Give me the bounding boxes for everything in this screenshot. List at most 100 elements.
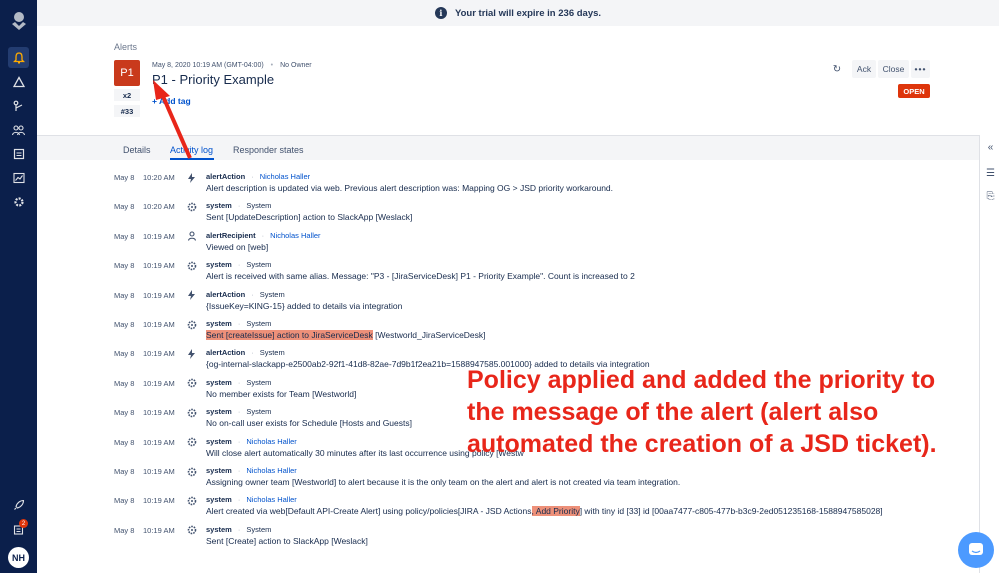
log-time: 10:19 AM	[143, 231, 175, 241]
log-time: 10:19 AM	[143, 408, 175, 418]
log-actor: system · System	[206, 201, 272, 211]
log-actor-name[interactable]: Nicholas Haller	[246, 466, 296, 475]
log-actor-name[interactable]: Nicholas Haller	[260, 172, 310, 181]
ack-button[interactable]: Ack	[852, 60, 876, 78]
trial-banner-text: Your trial will expire in 236 days.	[454, 7, 602, 19]
alert-action-icon	[186, 348, 197, 359]
alert-action-icon	[186, 290, 197, 301]
attachment-icon[interactable]: ⎘	[985, 191, 996, 202]
log-date: May 8	[114, 231, 135, 241]
system-gear-icon	[186, 525, 197, 536]
log-time: 10:19 AM	[143, 320, 175, 329]
log-actor-name[interactable]: Nicholas Haller	[270, 231, 320, 240]
log-type: system	[206, 260, 232, 270]
log-date: May 8	[114, 437, 135, 447]
log-type: system	[206, 466, 232, 475]
log-row: May 8 10:20 AM system · System Sent [UpdateDe…	[0, 200, 979, 229]
log-row: May 8 10:20 AM alertAction · Nicholas Haller…	[0, 171, 979, 200]
log-row: May 8 10:19 AM system · System Sent [Create] …	[0, 524, 979, 553]
log-actor: system · System	[206, 260, 272, 270]
priority-badge[interactable]: P1	[114, 60, 140, 86]
log-message-text: No member exists for Team [Westworld]	[206, 388, 357, 399]
log-message: Sent [Create] action to SlackApp [Weslac…	[206, 536, 368, 546]
breadcrumb[interactable]: Alerts	[114, 42, 137, 52]
annotation-line: the message of the alert (alert also	[467, 398, 879, 426]
log-message: Sent [UpdateDescription] action to Slack…	[206, 212, 412, 222]
log-time: 10:19 AM	[143, 378, 175, 388]
system-gear-icon	[186, 319, 197, 330]
log-actor-name[interactable]: Nicholas Haller	[246, 437, 296, 446]
log-row: May 8 10:19 AM system · System Sent [createIs…	[0, 318, 979, 347]
system-gear-icon	[186, 260, 197, 271]
alert-owner[interactable]: No Owner	[280, 62, 312, 69]
log-actor: system · System	[206, 407, 272, 417]
log-type: system	[206, 201, 232, 211]
status-badge: OPEN	[898, 84, 930, 98]
log-row: May 8 10:19 AM alertAction · System {IssueKey…	[0, 289, 979, 318]
log-type: alertAction	[206, 172, 246, 181]
tab-responder-states[interactable]: Responder states	[233, 145, 304, 155]
collapse-icon[interactable]: «	[985, 142, 996, 153]
alerts-bell-icon[interactable]	[8, 47, 29, 68]
log-date: May 8	[114, 173, 135, 182]
close-button[interactable]: Close	[878, 60, 909, 78]
log-actor: alertAction · Nicholas Haller	[206, 172, 311, 181]
log-message: Assigning owner team [Westworld] to aler…	[206, 477, 680, 487]
log-actor-name: System	[246, 407, 272, 417]
log-message-highlight: Sent [createIssue] action to JiraService…	[206, 330, 373, 340]
log-type: system	[206, 407, 232, 417]
log-actor: system · System	[206, 524, 272, 534]
log-message: Alert created via web[Default API-Create…	[206, 506, 883, 517]
log-message-text: Assigning owner team [Westworld] to aler…	[206, 477, 681, 487]
log-actor-name[interactable]: Nicholas Haller	[246, 495, 296, 504]
log-actor-name: System	[246, 377, 272, 387]
system-gear-icon	[186, 466, 197, 477]
log-actor-name: System	[259, 289, 285, 299]
annotation-text: Policy applied and added the priority to…	[467, 364, 967, 460]
chat-icon	[969, 543, 983, 555]
log-actor: alertAction · System	[206, 289, 285, 299]
refresh-icon[interactable]: ↻	[830, 62, 844, 76]
log-row: May 8 10:19 AM system · Nicholas Haller Alert…	[0, 494, 979, 523]
log-message: No member exists for Team [Westworld]	[206, 389, 356, 399]
system-gear-icon	[186, 495, 197, 506]
tab-details[interactable]: Details	[123, 145, 151, 155]
log-date: May 8	[114, 320, 135, 329]
log-date: May 8	[114, 496, 135, 506]
log-actor: system · Nicholas Haller	[206, 495, 297, 505]
log-message: {IssueKey=KING-15} added to details via …	[206, 301, 402, 311]
log-type: alertAction	[206, 289, 246, 299]
log-message-text: Sent [UpdateDescription] action to Slack…	[206, 212, 413, 223]
log-actor: system · Nicholas Haller	[206, 436, 297, 446]
log-message-highlight: , Add Priority	[531, 506, 580, 517]
teams-icon[interactable]	[8, 119, 29, 140]
log-message-text: Viewed on [web]	[206, 241, 269, 252]
log-row: May 8 10:19 AM alertRecipient · Nicholas Hal…	[0, 230, 979, 259]
log-message: No on-call user exists for Schedule [Hos…	[206, 418, 412, 428]
log-type: system	[206, 495, 232, 505]
more-actions-button[interactable]: •••	[911, 60, 930, 78]
log-row: May 8 10:19 AM system · Nicholas Haller Assig…	[0, 465, 979, 494]
system-gear-icon	[186, 437, 197, 448]
right-rail: « ☰ ⎘	[979, 135, 999, 573]
incidents-icon[interactable]	[8, 71, 29, 92]
log-message: Viewed on [web]	[206, 242, 268, 252]
log-date: May 8	[114, 467, 135, 476]
log-time: 10:19 AM	[143, 261, 175, 271]
on-call-icon[interactable]	[8, 95, 29, 116]
alert-meta: May 8, 2020 10:19 AM (GMT-04:00) • No Owne…	[152, 62, 312, 69]
log-message-text: No on-call user exists for Schedule [Hos…	[206, 418, 412, 429]
log-date: May 8	[114, 525, 135, 535]
system-gear-icon	[186, 201, 197, 212]
notes-icon[interactable]: ☰	[985, 168, 996, 179]
info-icon: i	[434, 7, 447, 19]
log-actor: system · System	[206, 377, 272, 387]
log-time: 10:19 AM	[143, 437, 175, 447]
log-date: May 8	[114, 378, 135, 388]
opsgenie-logo-icon[interactable]	[8, 10, 29, 31]
log-type: alertAction	[206, 348, 246, 358]
chat-support-button[interactable]	[958, 532, 994, 568]
alert-recipient-icon	[186, 231, 197, 242]
log-message-text: Alert is received with same alias. Messa…	[206, 271, 635, 282]
services-icon[interactable]	[8, 143, 29, 164]
